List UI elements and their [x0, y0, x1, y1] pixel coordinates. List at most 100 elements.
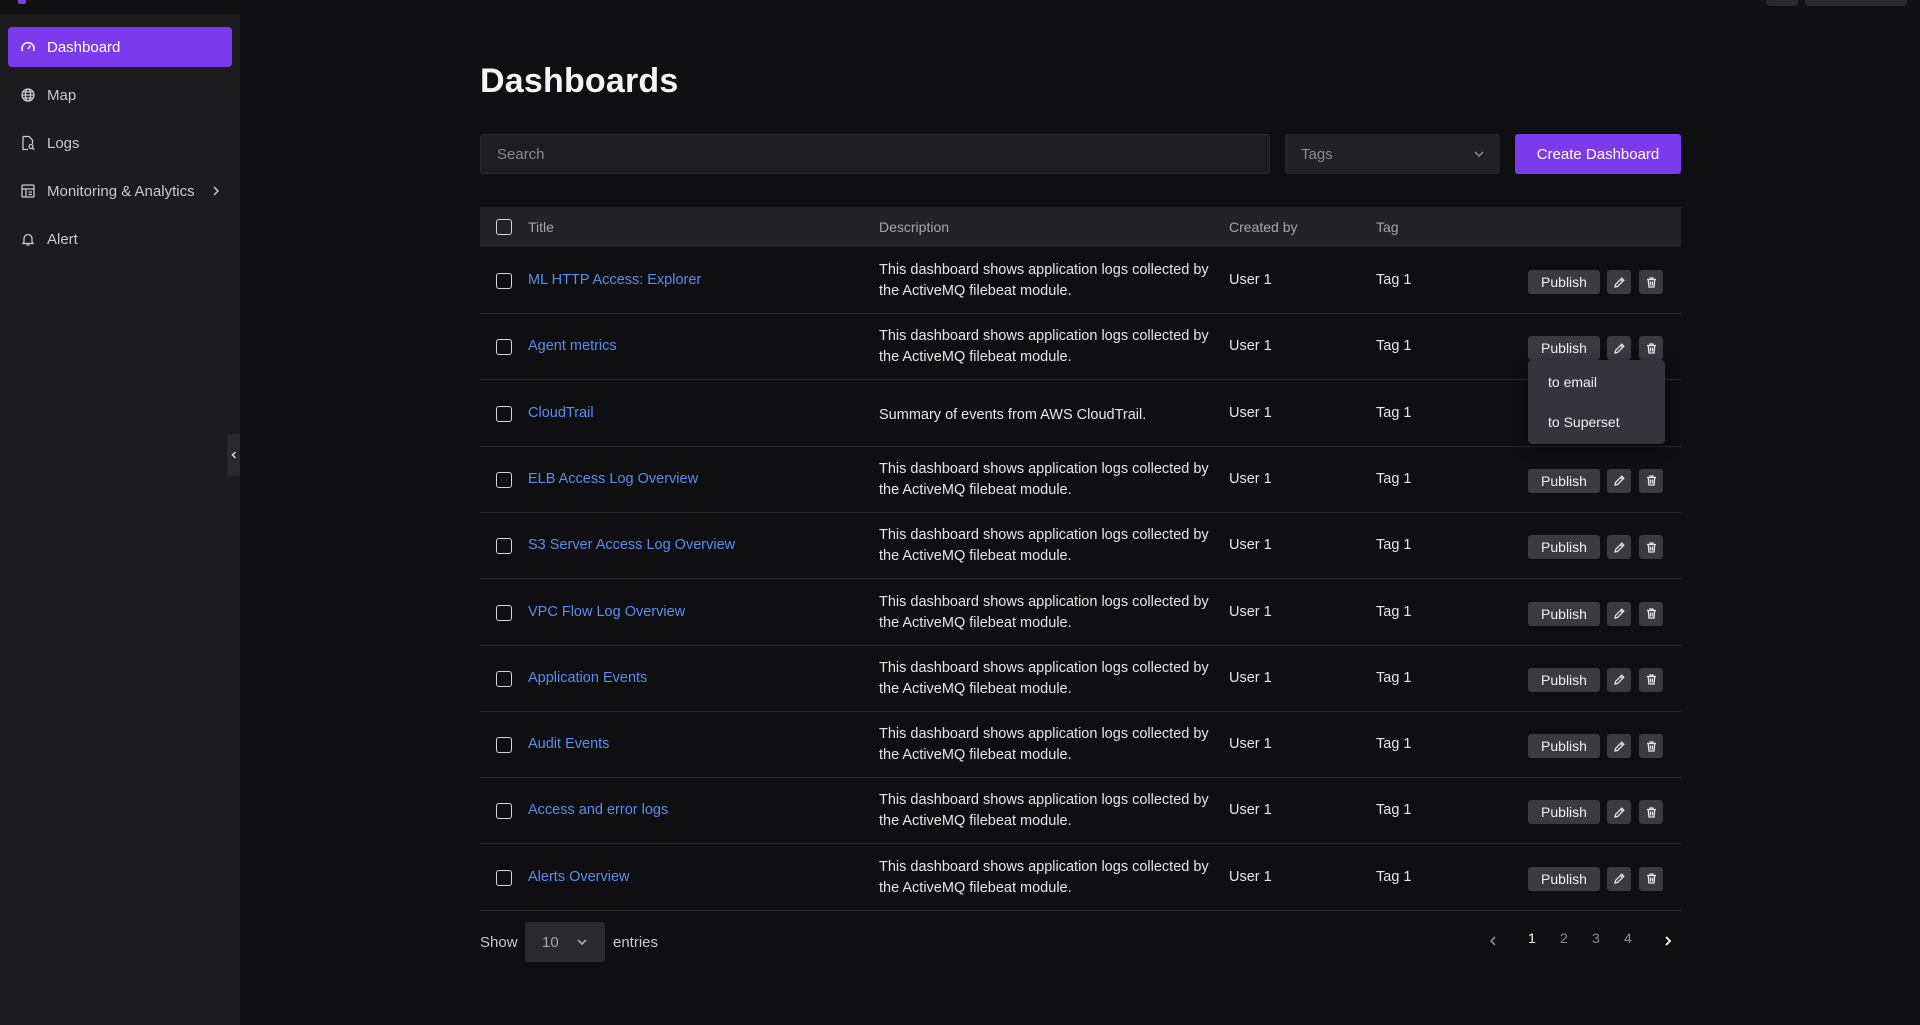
tag-cell: Tag 1: [1376, 537, 1412, 554]
sidebar-item-label: Alert: [47, 230, 78, 248]
sidebar-item-monitoring-analytics[interactable]: Monitoring & Analytics: [8, 171, 232, 211]
page-size-select[interactable]: 10: [525, 922, 605, 962]
layout-icon: [20, 183, 36, 199]
tags-select[interactable]: Tags: [1285, 134, 1500, 174]
created-by: User 1: [1229, 802, 1272, 819]
row-checkbox[interactable]: [496, 670, 512, 687]
dashboard-title-link[interactable]: ELB Access Log Overview: [528, 471, 698, 487]
dashboard-title-link[interactable]: ML HTTP Access: Explorer: [528, 272, 701, 288]
sidebar-item-dashboard[interactable]: Dashboard: [8, 27, 232, 67]
dashboard-title-link[interactable]: CloudTrail: [528, 405, 594, 421]
page-1[interactable]: 1: [1528, 930, 1536, 946]
sidebar-item-logs[interactable]: Logs: [8, 123, 232, 163]
edit-button[interactable]: [1607, 601, 1631, 626]
sidebar-item-alert[interactable]: Alert: [8, 219, 232, 259]
column-header-tag: Tag: [1376, 219, 1399, 235]
delete-button[interactable]: [1639, 601, 1663, 626]
chevron-right-icon: [213, 186, 220, 196]
table-row: Application Events This dashboard shows a…: [480, 646, 1681, 712]
file-search-icon: [20, 135, 36, 151]
table-row: ELB Access Log Overview This dashboard sh…: [480, 447, 1681, 513]
delete-button[interactable]: [1639, 468, 1663, 493]
dashboard-title-link[interactable]: Access and error logs: [528, 802, 668, 818]
delete-button[interactable]: [1639, 336, 1663, 361]
top-bar-button[interactable]: [1766, 0, 1798, 6]
pencil-icon: [1613, 740, 1626, 753]
row-checkbox[interactable]: [496, 604, 512, 621]
pencil-icon: [1613, 541, 1626, 554]
delete-button[interactable]: [1639, 800, 1663, 825]
dashboard-title-link[interactable]: Application Events: [528, 670, 647, 686]
search-input[interactable]: [480, 134, 1270, 174]
row-checkbox[interactable]: [496, 471, 512, 488]
publish-button[interactable]: Publish: [1528, 667, 1600, 692]
table-row: Audit Events This dashboard shows applica…: [480, 712, 1681, 779]
publish-to-superset-option[interactable]: to Superset: [1548, 414, 1620, 430]
tag-cell: Tag 1: [1376, 802, 1412, 819]
select-all-checkbox[interactable]: [496, 219, 512, 235]
edit-button[interactable]: [1607, 667, 1631, 692]
create-dashboard-button[interactable]: Create Dashboard: [1515, 134, 1681, 174]
trash-icon: [1645, 872, 1658, 885]
row-checkbox[interactable]: [496, 273, 512, 289]
sidebar-item-label: Logs: [47, 134, 80, 152]
created-by: User 1: [1229, 868, 1272, 885]
page-4[interactable]: 4: [1624, 930, 1632, 946]
delete-button[interactable]: [1639, 667, 1663, 692]
previous-page-icon[interactable]: [1485, 933, 1501, 949]
row-checkbox[interactable]: [496, 803, 512, 820]
delete-button[interactable]: [1639, 270, 1663, 294]
next-page-icon[interactable]: [1660, 933, 1676, 949]
row-checkbox[interactable]: [496, 869, 512, 886]
column-header-description: Description: [879, 219, 950, 235]
dashboard-title-link[interactable]: Alerts Overview: [528, 869, 630, 885]
dashboard-description: This dashboard shows application logs co…: [879, 858, 1209, 896]
dashboard-title-link[interactable]: S3 Server Access Log Overview: [528, 537, 735, 553]
trash-icon: [1645, 342, 1658, 355]
top-bar-user-button[interactable]: [1805, 0, 1907, 6]
page-2[interactable]: 2: [1560, 930, 1568, 946]
delete-button[interactable]: [1639, 535, 1663, 560]
dashboard-title-link[interactable]: VPC Flow Log Overview: [528, 604, 685, 620]
edit-button[interactable]: [1607, 866, 1631, 891]
table-row: S3 Server Access Log Overview This dashbo…: [480, 513, 1681, 580]
publish-button[interactable]: Publish: [1528, 270, 1600, 294]
delete-button[interactable]: [1639, 734, 1663, 759]
publish-dropdown-menu: to email to Superset: [1528, 360, 1665, 444]
publish-button[interactable]: Publish: [1528, 468, 1600, 493]
dashboard-description: This dashboard shows application logs co…: [879, 593, 1209, 631]
row-checkbox[interactable]: [496, 538, 512, 555]
edit-button[interactable]: [1607, 535, 1631, 560]
trash-icon: [1645, 474, 1658, 487]
sidebar-item-map[interactable]: Map: [8, 75, 232, 115]
edit-button[interactable]: [1607, 270, 1631, 294]
delete-button[interactable]: [1639, 866, 1663, 891]
tag-cell: Tag 1: [1376, 470, 1412, 487]
publish-to-email-option[interactable]: to email: [1548, 374, 1597, 390]
trash-icon: [1645, 673, 1658, 686]
dashboard-title-link[interactable]: Audit Events: [528, 736, 609, 752]
row-checkbox[interactable]: [496, 737, 512, 754]
created-by: User 1: [1229, 537, 1272, 554]
publish-button[interactable]: Publish: [1528, 866, 1600, 891]
row-checkbox[interactable]: [496, 405, 512, 422]
publish-button[interactable]: Publish: [1528, 800, 1600, 825]
sidebar-collapse-button[interactable]: [227, 434, 240, 476]
edit-button[interactable]: [1607, 800, 1631, 825]
publish-button[interactable]: Publish: [1528, 601, 1600, 626]
edit-button[interactable]: [1607, 468, 1631, 493]
edit-button[interactable]: [1607, 336, 1631, 361]
publish-button[interactable]: Publish: [1528, 734, 1600, 759]
row-checkbox[interactable]: [496, 339, 512, 356]
publish-button[interactable]: Publish: [1528, 535, 1600, 560]
gauge-icon: [20, 39, 36, 55]
dashboard-title-link[interactable]: Agent metrics: [528, 338, 617, 354]
table-row: Alerts Overview This dashboard shows appl…: [480, 845, 1681, 911]
publish-button[interactable]: Publish: [1528, 336, 1600, 361]
tag-cell: Tag 1: [1376, 603, 1412, 620]
tag-cell: Tag 1: [1376, 272, 1412, 288]
tag-cell: Tag 1: [1376, 868, 1412, 885]
page-3[interactable]: 3: [1592, 930, 1600, 946]
edit-button[interactable]: [1607, 734, 1631, 759]
top-bar: [0, 0, 1920, 14]
